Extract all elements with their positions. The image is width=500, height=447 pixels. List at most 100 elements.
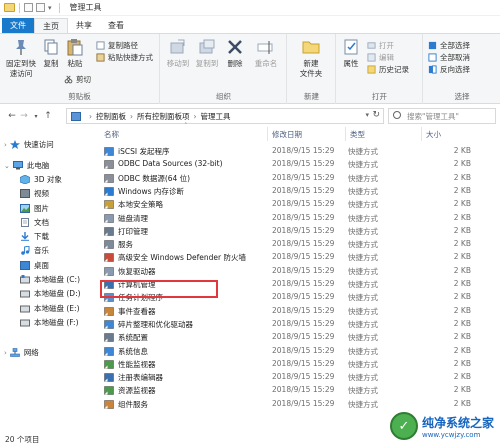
nav-pictures[interactable]: 图片 — [20, 203, 49, 214]
watermark-text: 纯净系统之家 www.ycwjzy.com — [422, 414, 494, 439]
list-item[interactable]: 资源监视器 2018/9/15 15:29 快捷方式 2 KB — [100, 384, 500, 397]
nav-drive-d[interactable]: 本地磁盘 (D:) — [20, 288, 81, 299]
list-item[interactable]: 系统配置 2018/9/15 15:29 快捷方式 2 KB — [100, 331, 500, 344]
tab-share[interactable]: 共享 — [68, 18, 100, 33]
back-arrow-icon[interactable]: ← — [6, 111, 18, 121]
organize-group: 移动到 复制到 删除 重命名 组织 — [161, 34, 287, 104]
list-item[interactable]: 本地安全策略 2018/9/15 15:29 快捷方式 2 KB — [100, 198, 500, 211]
list-item[interactable]: ODBC Data Sources (32-bit) 2018/9/15 15:2… — [100, 158, 500, 171]
list-item[interactable]: 组件服务 2018/9/15 15:29 快捷方式 2 KB — [100, 398, 500, 411]
breadcrumb[interactable]: › 控制面板 › 所有控制面板项 › 管理工具 ▾ ↻ — [66, 108, 384, 124]
file-date: 2018/9/15 15:29 — [272, 265, 335, 275]
breadcrumb-control-panel[interactable]: 控制面板 — [96, 111, 126, 122]
tab-home[interactable]: 主页 — [34, 18, 68, 33]
shortcut-icon — [104, 360, 114, 369]
edit-button[interactable]: 编辑 — [367, 52, 394, 63]
breadcrumb-admin-tools[interactable]: 管理工具 — [201, 111, 231, 122]
list-item[interactable]: 性能监视器 2018/9/15 15:29 快捷方式 2 KB — [100, 358, 500, 371]
breadcrumb-separator: › — [89, 111, 92, 121]
list-item[interactable]: 磁盘清理 2018/9/15 15:29 快捷方式 2 KB — [100, 212, 500, 225]
paste-button[interactable]: 粘贴 — [64, 37, 86, 69]
nav-quick-access[interactable]: › 快速访问 — [4, 139, 54, 150]
shortcut-icon — [104, 240, 114, 249]
chevron-down-icon[interactable]: ▾ — [48, 4, 52, 12]
list-item[interactable]: 恢复驱动器 2018/9/15 15:29 快捷方式 2 KB — [100, 265, 500, 278]
nav-drive-e[interactable]: 本地磁盘 (E:) — [20, 303, 80, 314]
file-date: 2018/9/15 15:29 — [272, 385, 335, 395]
column-header-date[interactable]: 修改日期 — [268, 127, 346, 141]
forward-arrow-icon[interactable]: → — [18, 111, 30, 121]
nav-downloads[interactable]: 下载 — [20, 231, 49, 242]
list-item[interactable]: 高级安全 Windows Defender 防火墙 2018/9/15 15:29… — [100, 251, 500, 264]
list-item[interactable]: ODBC 数据源(64 位) 2018/9/15 15:29 快捷方式 2 KB — [100, 172, 500, 185]
properties-button[interactable]: 属性 — [341, 37, 361, 69]
delete-button[interactable]: 删除 — [224, 37, 246, 69]
history-button[interactable]: 历史记录 — [367, 64, 409, 75]
delete-icon — [228, 40, 242, 54]
select-all-button[interactable]: 全部选择 — [428, 40, 470, 51]
invert-selection-button[interactable]: 反向选择 — [428, 64, 470, 75]
search-input[interactable]: 搜索"管理工具" — [388, 108, 496, 124]
nav-this-pc[interactable]: ⌄ 此电脑 — [4, 160, 49, 171]
paste-shortcut-button[interactable]: 粘贴快捷方式 — [96, 52, 153, 63]
list-item[interactable]: 打印管理 2018/9/15 15:29 快捷方式 2 KB — [100, 225, 500, 238]
nav-music[interactable]: 音乐 — [20, 245, 49, 256]
file-name: 注册表编辑器 — [118, 373, 163, 383]
music-icon — [21, 246, 30, 255]
invert-selection-icon — [428, 65, 437, 74]
chevron-down-icon[interactable]: ▾ — [30, 113, 42, 120]
file-name: 资源监视器 — [118, 386, 156, 396]
file-size: 2 KB — [453, 185, 471, 195]
cut-button[interactable]: 剪切 — [64, 74, 91, 85]
column-header-type[interactable]: 类型 — [346, 127, 422, 141]
chevron-down-icon[interactable]: ⌄ — [4, 162, 10, 170]
list-item[interactable]: 碎片整理和优化驱动器 2018/9/15 15:29 快捷方式 2 KB — [100, 318, 500, 331]
file-date: 2018/9/15 15:29 — [272, 372, 335, 382]
copy-button[interactable]: 复制 — [40, 37, 62, 69]
shortcut-icon — [104, 320, 114, 329]
file-name: 系统配置 — [118, 333, 148, 343]
open-button[interactable]: 打开 — [367, 40, 394, 51]
list-item[interactable]: 系统信息 2018/9/15 15:29 快捷方式 2 KB — [100, 345, 500, 358]
chevron-down-icon[interactable]: ▾ — [365, 111, 369, 119]
shortcut-icon — [104, 346, 114, 356]
chevron-right-icon[interactable]: › — [4, 141, 7, 149]
list-item[interactable]: Windows 内存诊断 2018/9/15 15:29 快捷方式 2 KB — [100, 185, 500, 198]
file-name: iSCSI 发起程序 — [118, 147, 170, 156]
breadcrumb-all-items[interactable]: 所有控制面板项 — [137, 111, 190, 122]
nav-network[interactable]: › 网络 — [4, 347, 39, 358]
file-size: 2 KB — [453, 358, 471, 368]
pin-quick-access-button[interactable]: 固定到快 速访问 — [4, 37, 38, 79]
column-header-name[interactable]: 名称 — [100, 127, 268, 141]
properties-icon — [344, 39, 358, 55]
move-to-button[interactable]: 移动到 — [165, 37, 191, 69]
network-icon — [10, 348, 20, 357]
tab-file[interactable]: 文件 — [2, 18, 34, 33]
file-name: Windows 内存诊断 — [118, 186, 184, 196]
chevron-right-icon[interactable]: › — [4, 349, 7, 357]
quick-access-new-folder-icon[interactable] — [36, 3, 45, 12]
list-item[interactable]: iSCSI 发起程序 2018/9/15 15:29 快捷方式 2 KB — [100, 145, 500, 158]
column-header-size[interactable]: 大小 — [422, 127, 482, 141]
nav-videos[interactable]: 视频 — [20, 188, 49, 199]
refresh-icon[interactable]: ↻ — [372, 110, 380, 120]
nav-drive-c[interactable]: 本地磁盘 (C:) — [20, 274, 80, 285]
list-item[interactable]: 服务 2018/9/15 15:29 快捷方式 2 KB — [100, 238, 500, 251]
nav-3d-objects[interactable]: 3D 对象 — [20, 174, 62, 185]
tab-view[interactable]: 查看 — [100, 18, 132, 33]
rename-button[interactable]: 重命名 — [251, 37, 281, 69]
list-item[interactable]: 事件查看器 2018/9/15 15:29 快捷方式 2 KB — [100, 305, 500, 318]
copy-to-button[interactable]: 复制到 — [194, 37, 220, 69]
select-none-button[interactable]: 全部取消 — [428, 52, 470, 63]
quick-access-properties-icon[interactable] — [24, 3, 33, 12]
nav-drive-f[interactable]: 本地磁盘 (F:) — [20, 317, 79, 328]
nav-documents[interactable]: 文档 — [20, 217, 49, 228]
shortcut-icon — [104, 173, 114, 183]
new-folder-button[interactable]: 新建 文件夹 — [294, 37, 328, 79]
copy-path-button[interactable]: 复制路径 — [96, 40, 138, 51]
up-arrow-icon[interactable]: ↑ — [42, 111, 54, 121]
file-type: 快捷方式 — [348, 359, 378, 369]
open-icon — [367, 42, 376, 49]
list-item[interactable]: 注册表编辑器 2018/9/15 15:29 快捷方式 2 KB — [100, 371, 500, 384]
nav-desktop[interactable]: 桌面 — [20, 260, 49, 271]
